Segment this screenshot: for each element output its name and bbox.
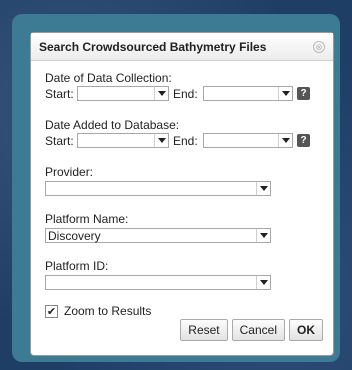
platform-name-select[interactable]: Discovery	[45, 228, 271, 243]
chevron-down-icon	[154, 87, 168, 100]
platform-id-label: Platform ID:	[45, 259, 109, 273]
provider-select[interactable]	[45, 181, 271, 196]
chevron-down-icon	[256, 182, 270, 195]
chevron-down-icon	[278, 134, 292, 147]
cancel-button[interactable]: Cancel	[231, 319, 285, 341]
added-end-label: End:	[173, 133, 198, 148]
reset-button[interactable]: Reset	[180, 319, 228, 341]
help-icon[interactable]: ?	[297, 134, 310, 147]
added-end-select[interactable]	[203, 133, 293, 148]
dialog-title: Search Crowdsourced Bathymetry Files	[39, 39, 267, 54]
platform-id-select[interactable]	[45, 275, 271, 290]
zoom-label: Zoom to Results	[64, 304, 152, 318]
added-start-select[interactable]	[77, 133, 169, 148]
platform-name-value: Discovery	[48, 228, 101, 243]
added-date-heading: Date Added to Database:	[45, 118, 180, 132]
dialog-titlebar: Search Crowdsourced Bathymetry Files ⊗	[31, 33, 333, 61]
chevron-down-icon	[278, 87, 292, 100]
zoom-checkbox[interactable]: ✔	[45, 304, 58, 318]
platform-name-label: Platform Name:	[45, 212, 129, 226]
close-icon[interactable]: ⊗	[313, 40, 325, 53]
provider-label: Provider:	[45, 165, 94, 179]
help-icon[interactable]: ?	[297, 87, 310, 100]
collection-end-label: End:	[173, 86, 198, 101]
collection-date-heading: Date of Data Collection:	[45, 71, 172, 85]
ok-button[interactable]: OK	[289, 319, 323, 341]
collection-start-select[interactable]	[77, 86, 169, 101]
collection-end-select[interactable]	[203, 86, 293, 101]
chevron-down-icon	[256, 229, 270, 242]
added-start-label: Start:	[45, 133, 74, 148]
search-dialog: Search Crowdsourced Bathymetry Files ⊗ D…	[30, 32, 334, 356]
chevron-down-icon	[154, 134, 168, 147]
collection-start-label: Start:	[45, 86, 74, 101]
chevron-down-icon	[256, 276, 270, 289]
